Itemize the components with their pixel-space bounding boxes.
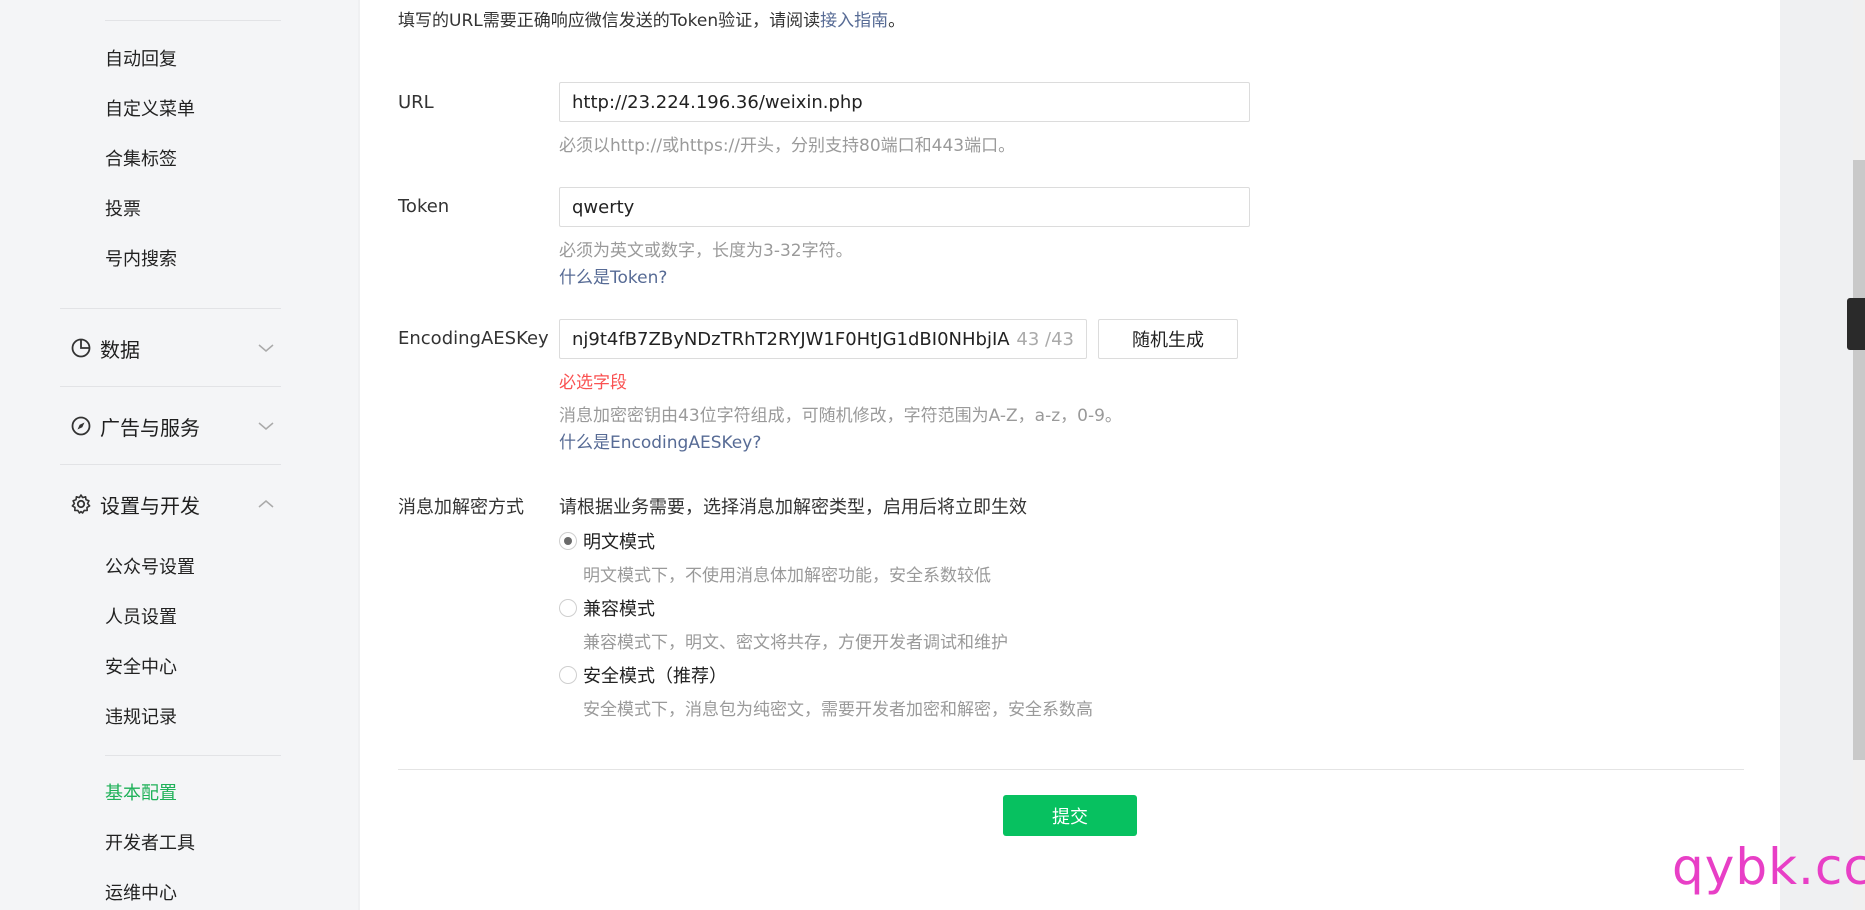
encryption-mode-intro: 请根据业务需要，选择消息加解密类型，启用后将立即生效 [559, 497, 1027, 518]
sidebar-divider [105, 20, 281, 21]
sidebar-group-settings-dev[interactable]: 设置与开发 [60, 486, 281, 522]
pie-chart-icon [60, 337, 100, 359]
url-label: URL [398, 92, 434, 113]
sidebar-item-collection-tags[interactable]: 合集标签 [105, 148, 177, 172]
intro-text: 填写的URL需要正确响应微信发送的Token验证，请阅读接入指南。 [398, 6, 905, 31]
chevron-down-icon [251, 421, 281, 431]
radio-label: 安全模式（推荐） [583, 666, 727, 687]
chevron-up-icon [251, 499, 281, 509]
sidebar-divider [60, 464, 281, 465]
radio-unchecked-icon [559, 599, 577, 617]
token-input[interactable]: qwerty [559, 187, 1250, 227]
aes-key-input[interactable]: nj9t4fB7ZByNDzTRhT2RYJW1F0HtJG1dBI0NHbjI… [559, 319, 1087, 359]
compass-icon [60, 415, 100, 437]
floating-widget-tab[interactable] [1847, 298, 1865, 350]
token-hint: 必须为英文或数字，长度为3-32字符。 [559, 241, 853, 261]
sidebar-divider [60, 308, 281, 309]
aes-key-input-value: nj9t4fB7ZByNDzTRhT2RYJW1F0HtJG1dBI0NHbjI… [572, 328, 1011, 350]
radio-compatible-mode[interactable]: 兼容模式 [559, 595, 655, 621]
sidebar-item-in-account-search[interactable]: 号内搜索 [105, 248, 177, 272]
radio-secure-mode[interactable]: 安全模式（推荐） [559, 662, 727, 688]
compatible-mode-desc: 兼容模式下，明文、密文将共存，方便开发者调试和维护 [583, 633, 1008, 653]
aes-key-required-error: 必选字段 [559, 373, 627, 393]
url-hint: 必须以http://或https://开头，分别支持80端口和443端口。 [559, 136, 1016, 156]
sidebar-item-vote[interactable]: 投票 [105, 198, 141, 222]
url-input[interactable]: http://23.224.196.36/weixin.php [559, 82, 1250, 122]
secure-mode-desc: 安全模式下，消息包为纯密文，需要开发者加密和解密，安全系数高 [583, 700, 1093, 720]
sidebar-item-custom-menu[interactable]: 自定义菜单 [105, 98, 195, 122]
sidebar-group-label: 广告与服务 [100, 415, 200, 440]
encryption-mode-label: 消息加解密方式 [398, 497, 524, 518]
sidebar-item-staff-settings[interactable]: 人员设置 [105, 606, 177, 630]
what-is-token-link[interactable]: 什么是Token? [559, 263, 667, 288]
radio-label: 明文模式 [583, 532, 655, 553]
submit-button[interactable]: 提交 [1003, 795, 1137, 836]
token-label: Token [398, 196, 450, 217]
url-input-value: http://23.224.196.36/weixin.php [572, 91, 863, 113]
form-divider [398, 769, 1744, 770]
sidebar-item-account-settings[interactable]: 公众号设置 [105, 556, 195, 580]
sidebar-item-auto-reply[interactable]: 自动回复 [105, 48, 177, 72]
sidebar-group-ads-services[interactable]: 广告与服务 [60, 408, 281, 444]
sidebar: 自动回复 自定义菜单 合集标签 投票 号内搜索 数据 广告与服务 设置与开发 公… [0, 0, 358, 910]
gear-icon [60, 493, 100, 515]
sidebar-item-basic-config[interactable]: 基本配置 [105, 782, 177, 806]
intro-text-end: 。 [888, 11, 906, 31]
sidebar-item-developer-tools[interactable]: 开发者工具 [105, 832, 195, 856]
scrollbar-thumb[interactable] [1853, 160, 1865, 760]
watermark: qybk.cc [1672, 838, 1865, 896]
generate-random-button[interactable]: 随机生成 [1098, 319, 1238, 359]
chevron-down-icon [251, 343, 281, 353]
token-input-value: qwerty [572, 196, 635, 218]
sidebar-item-ops-center[interactable]: 运维中心 [105, 882, 177, 906]
what-is-aes-key-link[interactable]: 什么是EncodingAESKey? [559, 428, 761, 453]
radio-plaintext-mode[interactable]: 明文模式 [559, 528, 655, 554]
sidebar-item-violation-records[interactable]: 违规记录 [105, 706, 177, 730]
aes-key-label: EncodingAESKey [398, 328, 549, 349]
aes-key-counter: 43 /43 [1016, 328, 1074, 350]
sidebar-divider [60, 386, 281, 387]
sidebar-group-label: 设置与开发 [100, 493, 200, 518]
access-guide-link[interactable]: 接入指南 [820, 11, 888, 31]
intro-text-body: 填写的URL需要正确响应微信发送的Token验证，请阅读 [398, 11, 821, 31]
sidebar-group-label: 数据 [100, 337, 140, 362]
radio-checked-icon [559, 532, 577, 550]
aes-key-hint: 消息加密密钥由43位字符组成，可随机修改，字符范围为A-Z，a-z，0-9。 [559, 406, 1122, 426]
radio-label: 兼容模式 [583, 599, 655, 620]
config-panel: 填写的URL需要正确响应微信发送的Token验证，请阅读接入指南。 URL ht… [360, 0, 1780, 910]
radio-unchecked-icon [559, 666, 577, 684]
sidebar-divider [105, 755, 281, 756]
sidebar-item-security-center[interactable]: 安全中心 [105, 656, 177, 680]
plaintext-mode-desc: 明文模式下，不使用消息体加解密功能，安全系数较低 [583, 566, 991, 586]
scrollbar[interactable] [1853, 0, 1865, 910]
sidebar-group-data[interactable]: 数据 [60, 330, 281, 366]
